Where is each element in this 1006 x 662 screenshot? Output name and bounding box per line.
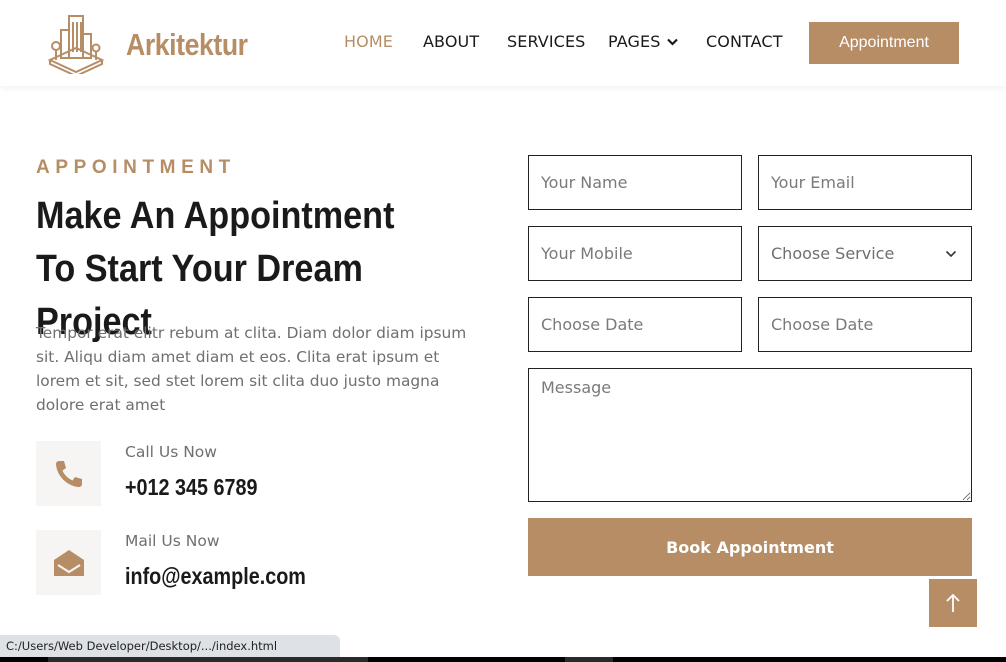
mail-icon-box — [36, 530, 101, 595]
email-input[interactable] — [758, 155, 972, 210]
navbar: Arkitektur HOME ABOUT SERVICES PAGES CON… — [0, 0, 1006, 86]
name-input[interactable] — [528, 155, 742, 210]
appointment-button[interactable]: Appointment — [809, 22, 959, 64]
date-input-2[interactable] — [758, 297, 972, 352]
bottom-strip — [0, 657, 1006, 662]
nav-home[interactable]: HOME — [344, 32, 393, 51]
nav-pages-label: PAGES — [608, 32, 661, 51]
message-textarea[interactable] — [528, 368, 972, 502]
service-select-value: Choose Service — [771, 244, 895, 263]
building-icon — [46, 12, 106, 78]
email-address: info@example.com — [125, 563, 306, 589]
date-input-1[interactable] — [528, 297, 742, 352]
nav-about[interactable]: ABOUT — [423, 32, 479, 51]
phone-number: +012 345 6789 — [125, 474, 258, 500]
nav-pages[interactable]: PAGES — [608, 32, 679, 51]
envelope-open-icon — [53, 549, 84, 576]
call-label: Call Us Now — [125, 443, 217, 461]
browser-status-bar: C:/Users/Web Developer/Desktop/.../index… — [0, 635, 340, 657]
phone-icon — [55, 460, 82, 487]
service-select[interactable]: Choose Service — [758, 226, 972, 281]
mobile-input[interactable] — [528, 226, 742, 281]
book-appointment-button[interactable]: Book Appointment — [528, 518, 972, 576]
mail-label: Mail Us Now — [125, 532, 220, 550]
intro-paragraph: Tempor erat elitr rebum at clita. Diam d… — [36, 324, 467, 414]
arrow-up-icon — [946, 593, 960, 612]
nav-services[interactable]: SERVICES — [507, 32, 585, 51]
back-to-top-button[interactable] — [929, 579, 977, 627]
nav-contact[interactable]: CONTACT — [706, 32, 783, 51]
brand-logo[interactable]: Arkitektur — [46, 12, 267, 78]
phone-icon-box — [36, 441, 101, 506]
brand-name: Arkitektur — [126, 27, 248, 62]
chevron-down-icon — [667, 38, 679, 46]
section-label: APPOINTMENT — [36, 157, 236, 178]
chevron-down-icon — [945, 250, 957, 257]
